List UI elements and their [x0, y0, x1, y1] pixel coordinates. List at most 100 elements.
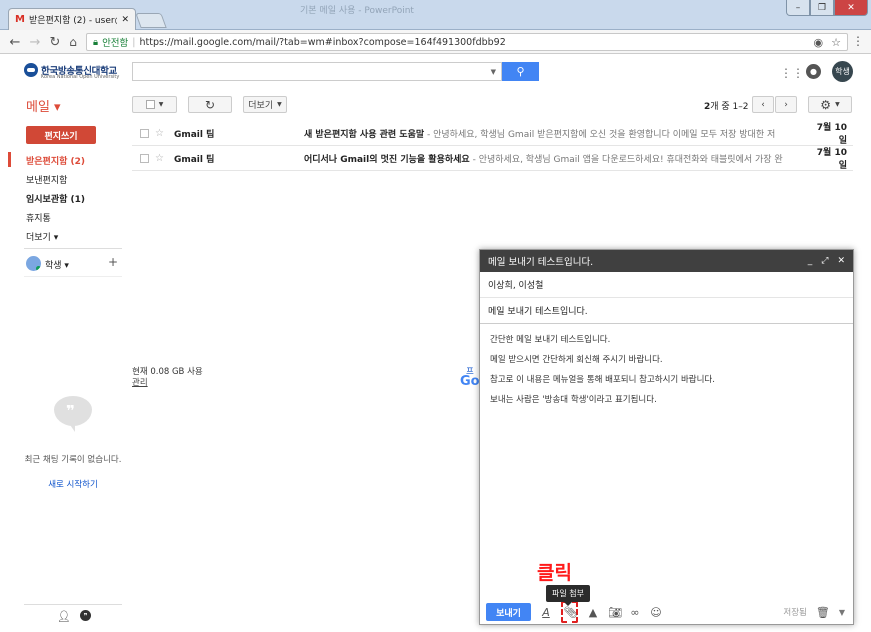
older-page-button[interactable]: ›: [775, 96, 797, 113]
compose-window: 메일 보내기 테스트입니다. _ ⤢ ✕ 이상희, 이성철 메일 보내기 테스트…: [479, 249, 854, 625]
saved-status: 저장됨: [783, 608, 807, 618]
start-new-chat-link[interactable]: 새로 시작하기: [24, 478, 122, 490]
compose-header[interactable]: 메일 보내기 테스트입니다. _ ⤢ ✕: [480, 250, 853, 272]
url-field[interactable]: 🔒︎ 안전함 | https://mail.google.com/mail/?t…: [86, 33, 848, 51]
pagination-count: 2개 중 1–2: [704, 99, 749, 112]
settings-button[interactable]: ⚙ ▼: [808, 96, 852, 113]
mail-row[interactable]: ☆ Gmail 팀 새 받은편지함 사용 관련 도움말 - 안녕하세요, 학생님…: [132, 121, 853, 146]
lock-icon: 🔒︎: [93, 36, 99, 48]
person-icon[interactable]: 👤︎: [57, 610, 71, 623]
gmail-favicon-icon: M: [15, 14, 25, 25]
secure-label: 안전함: [102, 38, 129, 49]
logo-subtext: Korea National Open University: [41, 74, 120, 80]
mail-snippet: - 안녕하세요, 학생님 Gmail 앱을 다운로드하세요! 휴대전화와 태블릿…: [469, 154, 783, 165]
logo-mark-icon: [24, 63, 38, 77]
divider: [24, 276, 122, 277]
sidebar-item-trash[interactable]: 휴지통: [26, 211, 51, 224]
new-tab-button[interactable]: [135, 13, 167, 28]
body-line: 메일 받으시면 간단하게 회신해 주시기 바랍니다.: [490, 355, 663, 365]
google-logo-partial: Go: [460, 374, 480, 389]
home-icon[interactable]: ⌂: [64, 33, 82, 51]
sidebar-item-more[interactable]: 더보기 ▾: [26, 230, 58, 243]
row-checkbox[interactable]: [140, 153, 149, 163]
reload-icon[interactable]: ↻: [46, 33, 64, 51]
refresh-icon: ↻: [204, 97, 216, 112]
emoji-icon[interactable]: ☺: [650, 606, 662, 619]
divider: [24, 604, 122, 605]
attach-file-icon[interactable]: 📎︎: [564, 606, 578, 619]
mail-date: 7월 10일: [816, 148, 847, 171]
search-options-dropdown-icon[interactable]: ▼: [491, 68, 496, 76]
mail-date: 7월 10일: [816, 123, 847, 146]
google-drive-icon[interactable]: ▲: [587, 606, 599, 619]
tab-title: 받은편지함 (2) - user@: [28, 16, 118, 26]
active-folder-indicator: [8, 152, 11, 167]
plus-icon[interactable]: +: [108, 255, 118, 269]
hangouts-user-menu[interactable]: 학생 ▾: [45, 258, 69, 271]
sidebar-item-sent[interactable]: 보낸편지함: [26, 173, 67, 186]
formatting-icon[interactable]: A: [540, 606, 552, 619]
browser-tab[interactable]: M 받은편지함 (2) - user@ ✕: [8, 8, 136, 30]
compose-title: 메일 보내기 테스트입니다.: [488, 257, 594, 268]
divider: [24, 248, 122, 249]
window-restore-button[interactable]: ❐: [810, 0, 834, 16]
close-icon[interactable]: ✕: [837, 256, 845, 266]
background-window-title: 기본 메일 사용 - PowerPoint: [300, 6, 414, 16]
tab-close-icon[interactable]: ✕: [121, 15, 129, 25]
account-avatar[interactable]: 학생: [832, 61, 853, 82]
insert-photo-icon[interactable]: 📷︎: [608, 606, 622, 619]
star-icon[interactable]: ☆: [155, 128, 164, 139]
more-options-icon[interactable]: ▼: [839, 608, 845, 617]
trash-icon[interactable]: 🗑︎: [816, 606, 830, 619]
manage-storage-link[interactable]: 관리: [132, 376, 148, 388]
mail-row[interactable]: ☆ Gmail 팀 어디서나 Gmail의 멋진 기능을 활용하세요 - 안녕하…: [132, 146, 853, 171]
chevron-right-icon: ›: [784, 99, 788, 110]
compose-footer: 보내기 A 📎︎ ▲ 📷︎ ∞ ☺ 저장됨 🗑︎ ▼: [480, 599, 853, 625]
mail-switcher[interactable]: 메일 ▾: [26, 96, 61, 115]
more-actions-button[interactable]: 더보기 ▼: [243, 96, 287, 113]
notifications-icon[interactable]: ●: [806, 64, 821, 79]
forward-arrow-icon[interactable]: →: [26, 33, 44, 51]
body-line: 간단한 메일 보내기 테스트입니다.: [490, 335, 611, 345]
minimize-icon[interactable]: _: [808, 256, 813, 266]
insert-link-icon[interactable]: ∞: [629, 606, 641, 619]
mail-snippet: - 안녕하세요, 학생님 Gmail 받은편지함에 오신 것을 환영합니다 이메…: [424, 129, 776, 140]
select-checkbox[interactable]: [145, 100, 155, 109]
window-minimize-button[interactable]: –: [786, 0, 810, 16]
subject-field[interactable]: 메일 보내기 테스트입니다.: [480, 298, 853, 324]
recipients-field[interactable]: 이상희, 이성철: [480, 272, 853, 298]
university-logo[interactable]: 한국방송통신대학교 Korea National Open University: [24, 63, 120, 80]
chevron-left-icon: ‹: [761, 99, 765, 110]
more-actions-label: 더보기: [248, 101, 274, 111]
hangouts-avatar[interactable]: [26, 256, 41, 271]
row-checkbox[interactable]: [140, 128, 149, 138]
hangouts-chat-icon[interactable]: ❞: [80, 610, 91, 621]
url-text: https://mail.google.com/mail/?tab=wm#inb…: [139, 36, 506, 48]
window-close-button[interactable]: ✕: [834, 0, 868, 16]
mail-sender: Gmail 팀: [173, 129, 215, 140]
click-annotation: 클릭: [537, 562, 572, 584]
recipients-value: 이상희, 이성철: [488, 281, 544, 291]
search-input[interactable]: ▼: [132, 62, 502, 81]
search-icon: ⚲: [516, 65, 525, 78]
browser-menu-icon[interactable]: ⋮: [852, 34, 864, 48]
newer-page-button[interactable]: ‹: [752, 96, 774, 113]
back-arrow-icon[interactable]: ←: [6, 33, 24, 51]
body-line: 참고로 이 내용은 메뉴얼을 통해 배포되니 참고하시기 바랍니다.: [490, 375, 715, 385]
bookmark-star-icon[interactable]: ☆: [831, 36, 841, 49]
expand-icon[interactable]: ⤢: [821, 256, 828, 266]
star-icon[interactable]: ☆: [155, 153, 164, 164]
refresh-button[interactable]: ↻: [188, 96, 232, 113]
compose-button[interactable]: 편지쓰기: [26, 126, 96, 144]
url-separator: |: [132, 36, 136, 48]
search-button[interactable]: ⚲: [502, 62, 539, 81]
mail-sender: Gmail 팀: [173, 154, 215, 165]
chevron-down-icon: ▼: [835, 101, 840, 108]
message-body[interactable]: 간단한 메일 보내기 테스트입니다. 메일 받으시면 간단하게 회신해 주시기 …: [490, 330, 840, 410]
eye-icon[interactable]: ◉: [814, 36, 824, 49]
send-button[interactable]: 보내기: [486, 603, 531, 621]
select-all-button[interactable]: ▼: [132, 96, 177, 113]
sidebar-item-inbox[interactable]: 받은편지함 (2): [26, 154, 85, 167]
sidebar-item-drafts[interactable]: 임시보관함 (1): [26, 192, 85, 205]
no-chat-message: 최근 채팅 기록이 없습니다.: [24, 455, 122, 465]
